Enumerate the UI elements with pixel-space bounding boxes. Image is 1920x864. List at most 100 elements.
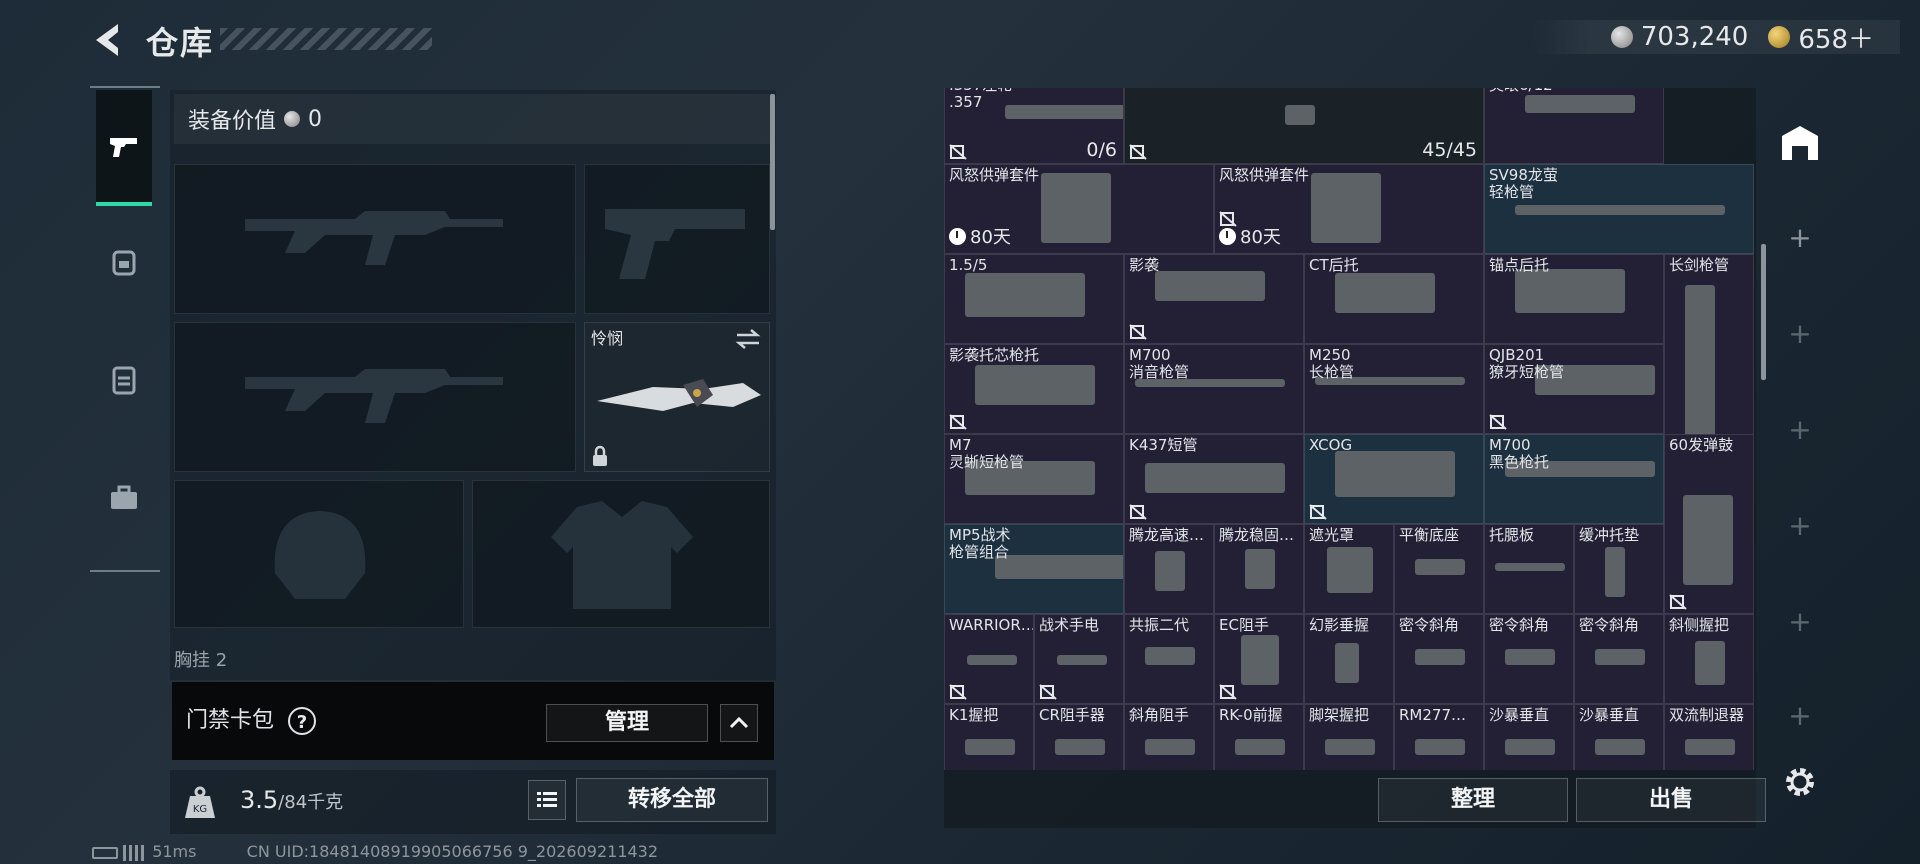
pistol-icon (110, 138, 137, 157)
back-arrow-icon[interactable] (88, 20, 128, 60)
item-timer: 80天 (949, 223, 1011, 249)
vest-icon (112, 366, 136, 395)
inventory-item[interactable]: 共振二代 (1124, 614, 1214, 704)
sort-button[interactable]: 整理 (1378, 778, 1568, 822)
nav-weapons[interactable] (96, 90, 152, 206)
item-image-icon (1605, 547, 1625, 597)
collapse-button[interactable] (720, 704, 758, 742)
inventory-item[interactable]: 斜侧握把 (1664, 614, 1754, 704)
inventory-item[interactable]: M250 长枪管 (1304, 344, 1484, 434)
weight-readout: 3.5/84千克 (240, 786, 343, 814)
sell-button[interactable]: 出售 (1576, 778, 1766, 822)
nav-backpack[interactable] (96, 206, 152, 318)
inventory-item[interactable]: 缓冲托垫 (1574, 524, 1664, 614)
inventory-item[interactable]: EC阻手 (1214, 614, 1304, 704)
inventory-item[interactable]: 腾龙高速… (1124, 524, 1214, 614)
inventory-item[interactable]: M700 黑色枪托 (1484, 434, 1664, 524)
weight-max: /84千克 (278, 792, 344, 813)
inventory-item[interactable]: 平衡底座 (1394, 524, 1484, 614)
armor-silhouette-icon (551, 501, 693, 609)
inventory-item[interactable]: 密令斜角 (1574, 614, 1664, 704)
inventory-item[interactable]: .357左轮 .357 0/6 (944, 88, 1124, 164)
inventory-item[interactable]: SV98龙萤 轻枪管 (1484, 164, 1754, 254)
inventory-item[interactable]: MP5战术 枪管组合 (944, 524, 1124, 614)
inventory-item[interactable]: 风怒供弹套件 80天 (1214, 164, 1484, 254)
inventory-item[interactable]: XCOG (1304, 434, 1484, 524)
settings-gear-icon[interactable] (1778, 760, 1822, 804)
item-image-icon (1595, 649, 1645, 665)
warehouse-panel: .357左轮 .3570/645/45灵眼6/12风怒供弹套件80天风怒供弹套件… (944, 88, 1766, 828)
item-image-icon (1335, 643, 1359, 683)
item-name: MP5战术 枪管组合 (949, 526, 1011, 561)
loadout-panel: 装备价值 0 怜悯 胸挂 2 (170, 90, 776, 680)
inventory-item[interactable]: RK-0前握 (1214, 704, 1304, 770)
inventory-scrollbar[interactable] (1761, 244, 1766, 380)
no-trade-icon (1219, 211, 1237, 227)
inventory-item[interactable]: 灵眼6/12 (1484, 88, 1664, 164)
swap-icon[interactable] (735, 329, 761, 349)
nav-vest[interactable] (96, 324, 152, 436)
item-image-icon (1505, 739, 1555, 755)
item-name: EC阻手 (1219, 616, 1269, 634)
item-count: 0/6 (1086, 139, 1117, 161)
inventory-item[interactable]: 脚架握把 (1304, 704, 1394, 770)
inventory-item[interactable]: CR阻手器 (1034, 704, 1124, 770)
inventory-item[interactable]: 1.5/5 (944, 254, 1124, 344)
inventory-item[interactable]: 遮光罩 (1304, 524, 1394, 614)
inventory-item[interactable]: 沙暴垂直 (1574, 704, 1664, 770)
inventory-item[interactable]: 影袭 (1124, 254, 1304, 344)
inventory-item[interactable]: RM277… (1394, 704, 1484, 770)
inventory-item[interactable]: 风怒供弹套件 80天 (944, 164, 1214, 254)
title-decoration (220, 28, 432, 50)
inventory-item[interactable]: 45/45 (1124, 88, 1484, 164)
item-name: M700 黑色枪托 (1489, 436, 1550, 471)
inventory-item[interactable]: 60发弹鼓 (1664, 434, 1754, 614)
gold-amount[interactable]: 658＋ (1798, 19, 1874, 56)
help-button[interactable]: ? (288, 707, 316, 735)
inventory-item[interactable]: 双流制退器 (1664, 704, 1754, 770)
nav-case[interactable] (96, 442, 152, 554)
item-image-icon (1041, 173, 1111, 243)
inventory-item[interactable]: M700 消音枪管 (1124, 344, 1304, 434)
inventory-item[interactable]: 锚点后托 (1484, 254, 1664, 344)
page-title: 仓库 (146, 24, 215, 62)
item-name: 风怒供弹套件 (949, 166, 1040, 184)
manage-button[interactable]: 管理 (546, 704, 708, 742)
locked-tab-plus-icon: + (1788, 317, 1812, 350)
inventory-item[interactable]: 密令斜角 (1394, 614, 1484, 704)
item-name: 战术手电 (1039, 616, 1100, 634)
armor-slot[interactable] (472, 480, 770, 628)
inventory-item[interactable]: QJB201 獠牙短枪管 (1484, 344, 1664, 434)
primary-weapon-slot[interactable] (174, 164, 576, 314)
helmet-slot[interactable] (174, 480, 464, 628)
locked-tab-plus-icon: + (1788, 509, 1812, 542)
inventory-item[interactable]: 幻影垂握 (1304, 614, 1394, 704)
inventory-item[interactable]: 沙暴垂直 (1484, 704, 1574, 770)
melee-slot[interactable]: 怜悯 (584, 322, 770, 472)
status-bar: 51ms CN UID:18481408919905066756 9_20260… (92, 842, 658, 861)
item-image-icon (1415, 559, 1465, 575)
inventory-item[interactable]: 托腮板 (1484, 524, 1574, 614)
list-view-button[interactable] (528, 780, 566, 820)
transfer-all-button[interactable]: 转移全部 (576, 778, 768, 822)
item-name: QJB201 獠牙短枪管 (1489, 346, 1565, 381)
secondary-weapon-slot[interactable] (174, 322, 576, 472)
inventory-item[interactable]: 腾龙稳固… (1214, 524, 1304, 614)
inventory-item[interactable]: WARRIOR… (944, 614, 1034, 704)
inventory-item[interactable]: 影袭托芯枪托 (944, 344, 1124, 434)
inventory-item[interactable]: K437短管 (1124, 434, 1304, 524)
add-tab-plus-icon[interactable]: + (1788, 224, 1812, 252)
inventory-item[interactable]: 战术手电 (1034, 614, 1124, 704)
inventory-item[interactable]: CT后托 (1304, 254, 1484, 344)
knife-item-icon (597, 379, 761, 411)
warehouse-tab-icon[interactable] (1778, 120, 1822, 164)
loadout-scrollbar[interactable] (770, 94, 775, 230)
inventory-item[interactable]: 斜角阻手 (1124, 704, 1214, 770)
inventory-item[interactable]: 密令斜角 (1484, 614, 1574, 704)
inventory-item[interactable]: K1握把 (944, 704, 1034, 770)
item-image-icon (1683, 495, 1733, 585)
item-name: 腾龙高速… (1129, 526, 1205, 544)
locked-tab-plus-icon: + (1788, 699, 1812, 732)
pistol-slot[interactable] (584, 164, 770, 314)
inventory-item[interactable]: M7 灵蜥短枪管 (944, 434, 1124, 524)
